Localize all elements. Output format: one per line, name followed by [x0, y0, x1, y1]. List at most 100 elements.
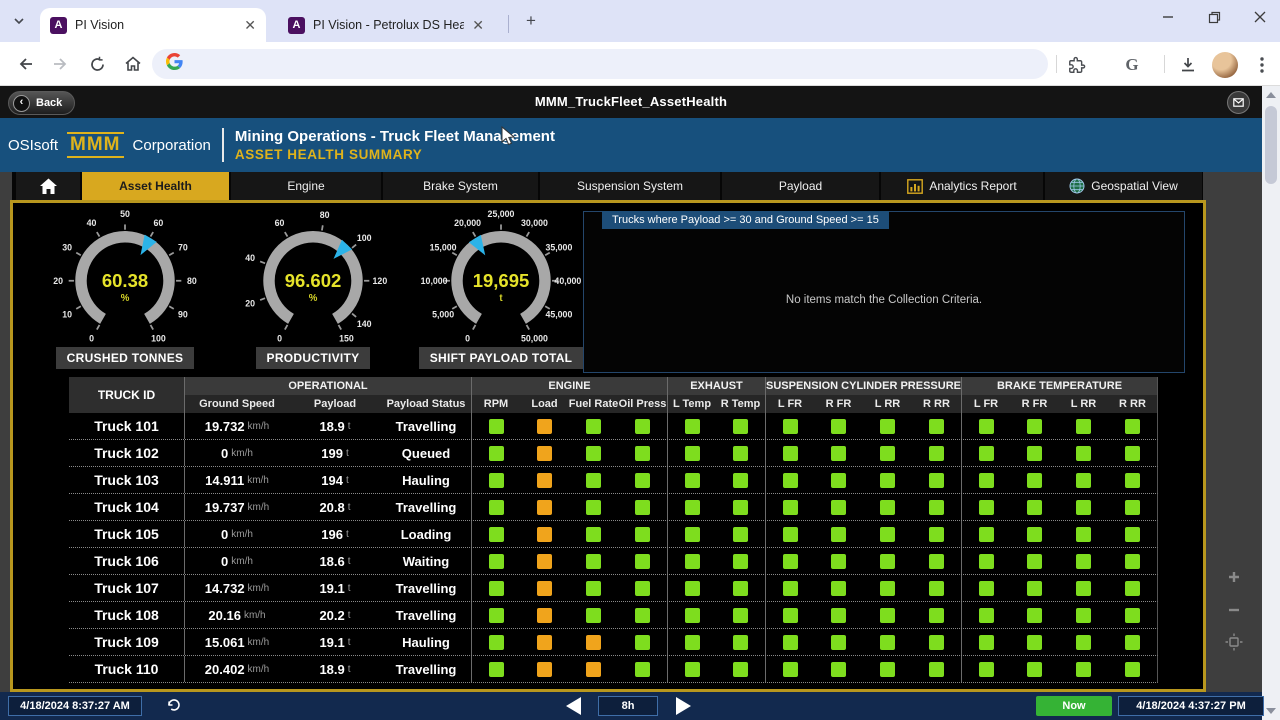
scroll-down-icon[interactable] — [1266, 708, 1276, 714]
forward-icon[interactable] — [46, 49, 76, 79]
mouse-cursor — [498, 126, 520, 153]
payload-status-cell: Travelling — [381, 581, 471, 596]
address-bar[interactable] — [152, 49, 1048, 79]
column-header: Payload Status — [381, 395, 471, 413]
status-indicator — [1010, 521, 1059, 547]
column-header: RPM — [471, 395, 520, 413]
tab-engine[interactable]: Engine — [231, 172, 381, 200]
browser-tab-1[interactable]: A PI Vision ✕ — [40, 8, 266, 42]
restore-icon[interactable] — [1194, 0, 1234, 34]
column-group-header: BRAKE TEMPERATURE — [961, 377, 1157, 395]
status-indicator — [1010, 548, 1059, 574]
svg-text:45,000: 45,000 — [545, 309, 572, 319]
svg-text:25,000: 25,000 — [488, 209, 515, 219]
status-indicator — [716, 656, 765, 682]
table-row[interactable]: Truck 10419.737km/h20.8tTravelling — [69, 494, 1158, 521]
fit-view-icon[interactable] — [1224, 632, 1244, 652]
table-row[interactable]: Truck 10714.732km/h19.1tTravelling — [69, 575, 1158, 602]
status-indicator — [912, 656, 961, 682]
tab-title: PI Vision - Petrolux DS Heat Ex — [313, 18, 464, 32]
status-indicator — [1059, 521, 1108, 547]
payload-status-cell: Travelling — [381, 500, 471, 515]
status-indicator — [520, 413, 569, 439]
now-button[interactable]: Now — [1036, 696, 1112, 716]
tab-title: PI Vision — [75, 18, 236, 32]
new-tab-button[interactable]: + — [520, 10, 542, 32]
zoom-out-icon[interactable] — [1224, 600, 1244, 620]
minimize-icon[interactable] — [1148, 0, 1188, 34]
menu-icon[interactable] — [1248, 51, 1276, 79]
close-icon[interactable]: ✕ — [244, 18, 256, 32]
back-icon[interactable] — [10, 49, 40, 79]
status-indicator — [716, 440, 765, 466]
browser-tab-2[interactable]: A PI Vision - Petrolux DS Heat Ex ✕ — [278, 8, 494, 42]
display-title: MMM_TruckFleet_AssetHealth — [0, 86, 1262, 118]
collection-panel: Trucks where Payload >= 30 and Ground Sp… — [583, 211, 1185, 373]
extensions-icon[interactable] — [1062, 51, 1090, 79]
scrollbar-thumb[interactable] — [1265, 106, 1277, 184]
table-row[interactable]: Truck 1020km/h199tQueued — [69, 440, 1158, 467]
reload-icon[interactable] — [82, 49, 112, 79]
table-row[interactable]: Truck 10915.061km/h19.1tHauling — [69, 629, 1158, 656]
status-indicator — [1010, 575, 1059, 601]
tab-geospatial-view[interactable]: Geospatial View — [1045, 172, 1202, 200]
tab-home[interactable] — [16, 172, 80, 200]
scrollbar[interactable] — [1262, 86, 1280, 720]
close-icon[interactable]: ✕ — [472, 18, 484, 32]
step-forward-icon[interactable] — [676, 697, 691, 715]
payload-status-cell: Travelling — [381, 608, 471, 623]
status-indicator — [961, 494, 1010, 520]
close-icon[interactable] — [1240, 0, 1280, 34]
tab-brake-system[interactable]: Brake System — [383, 172, 538, 200]
table-row[interactable]: Truck 10119.732km/h18.9tTravelling — [69, 413, 1158, 440]
status-indicator — [618, 521, 667, 547]
status-indicator — [765, 602, 814, 628]
payload-cell: 19.1t — [289, 629, 381, 655]
status-indicator — [471, 440, 520, 466]
status-indicator — [569, 467, 618, 493]
home-icon[interactable] — [118, 49, 148, 79]
time-range-field[interactable]: 8h — [598, 696, 658, 716]
tab-payload[interactable]: Payload — [722, 172, 879, 200]
zoom-in-icon[interactable] — [1224, 567, 1244, 587]
step-back-icon[interactable] — [566, 697, 581, 715]
status-indicator — [667, 521, 716, 547]
tab-search-chevron-icon[interactable] — [8, 11, 30, 31]
back-button[interactable]: ‹ Back — [8, 91, 75, 115]
svg-text:t: t — [499, 293, 503, 304]
status-indicator — [520, 656, 569, 682]
google-logo-icon — [166, 53, 183, 75]
status-indicator — [961, 548, 1010, 574]
tab-analytics-report[interactable]: Analytics Report — [881, 172, 1043, 200]
google-g-icon[interactable]: G — [1118, 51, 1146, 79]
truck-id-cell: Truck 103 — [69, 472, 184, 488]
svg-text:30,000: 30,000 — [521, 218, 548, 228]
status-indicator — [1010, 467, 1059, 493]
collapse-ribbon-icon[interactable] — [1227, 91, 1250, 114]
status-indicator — [1010, 413, 1059, 439]
nav-tab-bar: Asset HealthEngineBrake SystemSuspension… — [0, 172, 1262, 200]
status-indicator — [765, 656, 814, 682]
avatar[interactable] — [1211, 51, 1239, 79]
start-time-field[interactable]: 4/18/2024 8:37:27 AM — [8, 696, 142, 716]
table-row[interactable]: Truck 10314.911km/h194tHauling — [69, 467, 1158, 494]
svg-text:40: 40 — [245, 253, 255, 263]
scroll-up-icon[interactable] — [1266, 92, 1276, 98]
tab-suspension-system[interactable]: Suspension System — [540, 172, 720, 200]
column-header: Load — [520, 395, 569, 413]
table-row[interactable]: Truck 1060km/h18.6tWaiting — [69, 548, 1158, 575]
download-icon[interactable] — [1174, 51, 1202, 79]
svg-text:30: 30 — [62, 242, 72, 252]
table-row[interactable]: Truck 10820.16km/h20.2tTravelling — [69, 602, 1158, 629]
status-indicator — [863, 440, 912, 466]
right-gutter — [1206, 172, 1262, 692]
svg-text:15,000: 15,000 — [430, 242, 457, 252]
status-indicator — [863, 467, 912, 493]
table-row[interactable]: Truck 1050km/h196tLoading — [69, 521, 1158, 548]
end-time-field[interactable]: 4/18/2024 4:37:27 PM — [1118, 696, 1264, 716]
tab-asset-health[interactable]: Asset Health — [82, 172, 229, 200]
refresh-icon[interactable] — [166, 697, 182, 718]
status-indicator — [618, 629, 667, 655]
table-row[interactable]: Truck 11020.402km/h18.9tTravelling — [69, 656, 1158, 683]
status-indicator — [961, 440, 1010, 466]
